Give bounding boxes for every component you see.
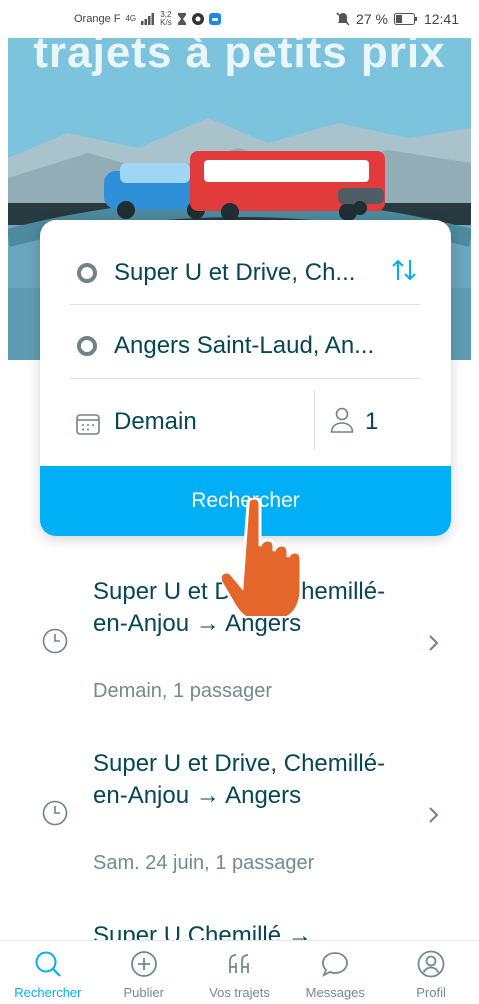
- destination-field[interactable]: Angers Saint-Laud, An...: [40, 315, 451, 377]
- search-icon: [35, 951, 61, 977]
- clock-time: 12:41: [423, 11, 459, 27]
- departure-text: Super U et Drive, Ch...: [114, 259, 356, 286]
- divider: [70, 304, 420, 305]
- nav-profile-label: Profil: [416, 985, 446, 1000]
- departure-field[interactable]: Super U et Drive, Ch...: [40, 242, 451, 304]
- nav-messages-label: Messages: [305, 985, 365, 1000]
- departure-circle-icon: [77, 263, 97, 283]
- destination-circle-icon: [77, 336, 97, 356]
- chevron-right-icon: [429, 807, 439, 823]
- profile-icon: [417, 950, 445, 978]
- chat-bubble-icon: [322, 952, 349, 977]
- nav-search-label: Rechercher: [14, 985, 82, 1000]
- cloud-notification-icon: [208, 13, 221, 25]
- network-speed: 3,2 K/s: [160, 11, 172, 27]
- nav-trips[interactable]: Vos trajets: [192, 941, 288, 1004]
- nav-publish-label: Publier: [123, 985, 164, 1000]
- battery-icon: [393, 13, 417, 25]
- destination-text: Angers Saint-Laud, An...: [114, 332, 375, 359]
- recent-search-subtitle: Demain, 1 passager: [93, 680, 272, 702]
- network-type: 4G: [125, 14, 137, 23]
- recent-search-item[interactable]: Super U et Drive, Chemillé-en-Anjou → An…: [0, 748, 479, 888]
- carrier-name: Orange F: [74, 13, 121, 25]
- hero-title: trajets à petits prix: [33, 38, 446, 77]
- nav-profile[interactable]: Profil: [383, 941, 479, 1004]
- status-bar: Orange F 4G 3,2 K/s 27 % 12:41: [0, 0, 479, 38]
- recent-search-subtitle: Sam. 24 juin, 1 passager: [93, 852, 315, 874]
- calendar-icon: [76, 414, 100, 435]
- search-card: Super U et Drive, Ch... Angers Saint-Lau…: [40, 220, 451, 536]
- status-right: 27 % 12:41: [336, 11, 459, 27]
- passenger-count[interactable]: 1: [365, 408, 378, 436]
- app-notification-icon: [191, 13, 204, 25]
- nav-publish[interactable]: Publier: [96, 941, 192, 1004]
- signal-icon: [141, 13, 155, 25]
- swap-icon[interactable]: [390, 258, 418, 288]
- hourglass-icon: [177, 13, 186, 25]
- trips-icon: [229, 954, 250, 973]
- vertical-divider: [314, 390, 315, 450]
- status-left: Orange F 4G 3,2 K/s: [74, 11, 221, 27]
- date-field[interactable]: Demain: [114, 408, 197, 436]
- divider: [70, 378, 420, 379]
- battery-percent: 27 %: [356, 11, 388, 27]
- mute-icon: [336, 12, 350, 26]
- recent-search-title: Super U et Drive, Chemillé-en-Anjou → An…: [93, 750, 386, 809]
- nav-search[interactable]: Rechercher: [0, 941, 96, 1004]
- add-circle-icon: [130, 951, 157, 977]
- nav-trips-label: Vos trajets: [209, 985, 270, 1000]
- chevron-right-icon: [429, 635, 439, 651]
- nav-messages[interactable]: Messages: [287, 941, 383, 1004]
- clock-icon: [42, 628, 68, 654]
- network-speed-unit: K/s: [160, 18, 172, 27]
- bottom-navigation: Rechercher Publier Vos trajets Messages …: [0, 940, 479, 1004]
- hand-pointer-icon: [222, 498, 303, 616]
- date-passenger-row: Demain 1: [40, 380, 451, 468]
- person-icon[interactable]: [330, 407, 354, 433]
- swap-arrows-svg: [392, 259, 416, 281]
- clock-icon: [42, 800, 68, 826]
